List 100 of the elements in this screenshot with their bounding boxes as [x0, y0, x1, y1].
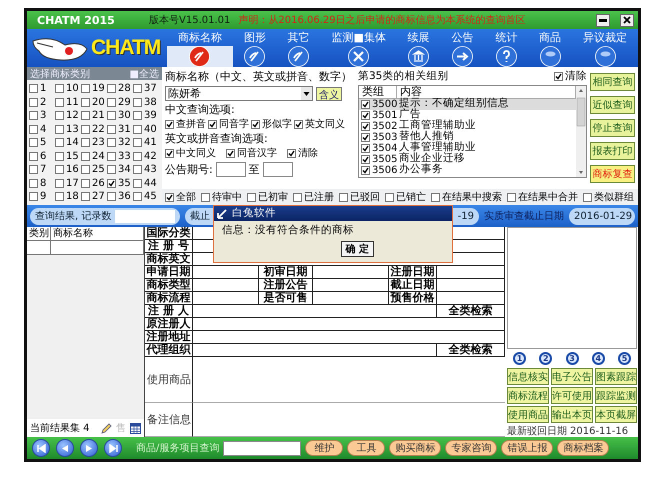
- checkbox[interactable]: 2: [29, 96, 55, 108]
- action-button[interactable]: 本页截屏: [595, 406, 637, 423]
- action-button[interactable]: 图素跟踪: [595, 368, 637, 385]
- checkbox[interactable]: 37: [133, 83, 159, 94]
- checkbox[interactable]: 3503: [361, 132, 398, 143]
- checkbox[interactable]: 已销亡: [385, 192, 426, 202]
- checkbox[interactable]: 3502: [361, 120, 398, 132]
- checkbox[interactable]: 38: [133, 96, 159, 108]
- checkbox[interactable]: 类似群组: [583, 192, 634, 202]
- checkbox[interactable]: 26: [81, 178, 107, 189]
- checkbox[interactable]: 29: [107, 96, 133, 108]
- checkbox[interactable]: 32: [107, 137, 133, 148]
- scroll-bar[interactable]: [576, 86, 586, 177]
- query-button[interactable]: 近似查询: [590, 96, 635, 114]
- checkbox[interactable]: 在结果中合并: [507, 192, 578, 202]
- checkbox[interactable]: 17: [55, 178, 81, 189]
- checkbox[interactable]: 23: [81, 137, 107, 148]
- goods-query-field[interactable]: [223, 440, 302, 456]
- query-button[interactable]: 相同查询: [590, 73, 635, 91]
- bottom-button[interactable]: 错误上报: [501, 440, 554, 456]
- checkbox[interactable]: 25: [81, 164, 107, 176]
- action-button[interactable]: 信息核实: [507, 368, 549, 385]
- checkbox[interactable]: 36: [107, 191, 133, 202]
- checkbox[interactable]: 清除: [287, 148, 318, 160]
- query-button[interactable]: 停止查询: [590, 119, 635, 137]
- checkbox[interactable]: 13: [55, 124, 81, 135]
- step-marker[interactable]: 3: [566, 352, 578, 365]
- checkbox[interactable]: 3504: [361, 142, 398, 154]
- action-button[interactable]: 许可使用: [551, 387, 593, 404]
- checkbox[interactable]: 已注册: [293, 192, 334, 202]
- tab[interactable]: 统计: [484, 29, 528, 67]
- checkbox[interactable]: 1: [29, 83, 55, 94]
- checkbox[interactable]: 14: [55, 137, 81, 148]
- step-marker[interactable]: 2: [539, 352, 552, 365]
- checkbox[interactable]: 9: [29, 191, 55, 202]
- action-button[interactable]: 输出本页: [551, 406, 593, 423]
- action-button[interactable]: 商标流程: [507, 387, 549, 404]
- checkbox[interactable]: 7: [29, 164, 55, 176]
- checkbox[interactable]: 6: [29, 150, 55, 162]
- bottom-button[interactable]: 商标档案: [557, 440, 610, 456]
- checkbox[interactable]: 39: [133, 110, 159, 122]
- step-marker[interactable]: 4: [592, 352, 605, 365]
- search-all-link[interactable]: 全类检索: [437, 344, 505, 357]
- checkbox[interactable]: 34: [107, 164, 133, 176]
- checkbox[interactable]: 44: [133, 178, 159, 189]
- checkbox[interactable]: 3: [29, 110, 55, 122]
- checkbox[interactable]: 同音汉字: [226, 148, 277, 160]
- previous-button[interactable]: [56, 439, 74, 457]
- checkbox[interactable]: 30: [107, 110, 133, 122]
- bottom-button[interactable]: 专家咨询: [445, 440, 498, 456]
- close-button[interactable]: [620, 14, 634, 26]
- checkbox[interactable]: 11: [55, 96, 81, 108]
- bottom-button[interactable]: 购买商标: [389, 440, 442, 456]
- checkbox[interactable]: 42: [133, 150, 159, 162]
- checkbox[interactable]: 45: [133, 191, 159, 202]
- checkbox[interactable]: 10: [55, 83, 81, 94]
- bottom-button[interactable]: 维护: [305, 440, 344, 456]
- checkbox[interactable]: 中文同义: [165, 148, 216, 160]
- action-button[interactable]: 使用商品: [507, 406, 549, 423]
- bottom-button[interactable]: 工具: [347, 440, 386, 456]
- list-row[interactable]: 3506 办公事务: [359, 164, 576, 176]
- checkbox[interactable]: 31: [107, 124, 133, 135]
- tab[interactable]: 商标名称: [167, 29, 233, 67]
- checkbox[interactable]: 27: [81, 191, 107, 202]
- checkbox[interactable]: 3505: [361, 154, 398, 165]
- table-icon[interactable]: [130, 422, 141, 434]
- step-marker[interactable]: 1: [513, 352, 526, 365]
- checkbox[interactable]: 41: [133, 137, 159, 148]
- issue-from-field[interactable]: [216, 162, 246, 178]
- checkbox[interactable]: 19: [81, 83, 107, 94]
- tab[interactable]: 异议裁定: [572, 29, 638, 67]
- ok-button[interactable]: 确 定: [340, 240, 374, 257]
- search-all-link[interactable]: 全类检索: [437, 305, 505, 318]
- checkbox[interactable]: 15: [55, 150, 81, 162]
- checkbox[interactable]: 清除: [554, 71, 587, 83]
- checkbox[interactable]: 16: [55, 164, 81, 176]
- checkbox[interactable]: 22: [81, 124, 107, 135]
- checkbox[interactable]: 8: [29, 178, 55, 189]
- pencil-icon[interactable]: [101, 422, 112, 434]
- checkbox[interactable]: 在结果中搜索: [431, 192, 502, 202]
- first-page-button[interactable]: [32, 439, 50, 457]
- checkbox[interactable]: 3501: [361, 110, 398, 121]
- action-button[interactable]: 跟踪监测: [595, 387, 637, 404]
- checkbox[interactable]: 12: [55, 110, 81, 122]
- name-combobox[interactable]: 陈妍希: [165, 86, 313, 102]
- checkbox[interactable]: 已初审: [247, 192, 288, 202]
- checkbox[interactable]: 35: [107, 178, 133, 189]
- step-marker[interactable]: 5: [618, 352, 631, 365]
- last-page-button[interactable]: [104, 439, 122, 457]
- checkbox[interactable]: 3506: [361, 164, 398, 176]
- checkbox[interactable]: 20: [81, 96, 107, 108]
- query-button[interactable]: 报表打印: [590, 142, 635, 160]
- checkbox[interactable]: 同音字: [208, 119, 249, 130]
- checkbox[interactable]: 3500: [361, 98, 398, 110]
- checkbox[interactable]: 21: [81, 110, 107, 122]
- checkbox[interactable]: 24: [81, 150, 107, 162]
- minimize-button[interactable]: [596, 14, 610, 26]
- query-button[interactable]: 商标复查: [590, 165, 635, 183]
- record-count-field[interactable]: [115, 210, 176, 222]
- issue-to-field[interactable]: [262, 162, 293, 178]
